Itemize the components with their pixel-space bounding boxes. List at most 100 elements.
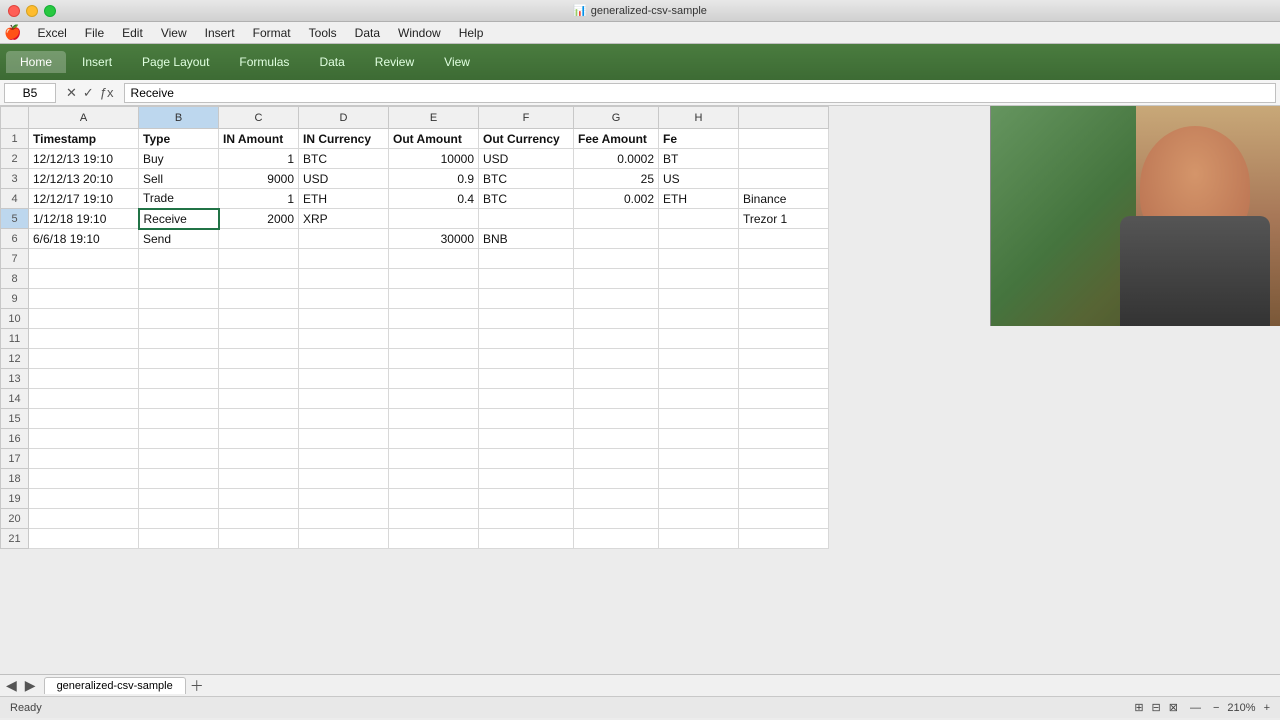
cell-h20[interactable] [659, 509, 739, 529]
cell-a1[interactable]: Timestamp [29, 129, 139, 149]
cell-f18[interactable] [479, 469, 574, 489]
cell-c9[interactable] [219, 289, 299, 309]
cell-h19[interactable] [659, 489, 739, 509]
cell-d3[interactable]: USD [299, 169, 389, 189]
cell-e8[interactable] [389, 269, 479, 289]
tab-review[interactable]: Review [361, 51, 428, 73]
cell-f21[interactable] [479, 529, 574, 549]
cell-g6[interactable] [574, 229, 659, 249]
cell-d5[interactable]: XRP [299, 209, 389, 229]
row-header-11[interactable]: 11 [1, 329, 29, 349]
cell-e5[interactable] [389, 209, 479, 229]
cell-c18[interactable] [219, 469, 299, 489]
maximize-button[interactable] [44, 5, 56, 17]
cell-a14[interactable] [29, 389, 139, 409]
cell-a16[interactable] [29, 429, 139, 449]
cell-g3[interactable]: 25 [574, 169, 659, 189]
cell-d20[interactable] [299, 509, 389, 529]
add-sheet-button[interactable]: ＋ [190, 676, 204, 696]
cell-g16[interactable] [574, 429, 659, 449]
cell-h7[interactable] [659, 249, 739, 269]
col-header-g[interactable]: G [574, 107, 659, 129]
cell-i17[interactable] [739, 449, 829, 469]
cell-f8[interactable] [479, 269, 574, 289]
confirm-formula-button[interactable]: ✓ [81, 85, 96, 101]
cell-h13[interactable] [659, 369, 739, 389]
cell-d12[interactable] [299, 349, 389, 369]
cell-e14[interactable] [389, 389, 479, 409]
row-header-12[interactable]: 12 [1, 349, 29, 369]
cell-b16[interactable] [139, 429, 219, 449]
cell-h10[interactable] [659, 309, 739, 329]
cell-a3[interactable]: 12/12/13 20:10 [29, 169, 139, 189]
page-break-view-button[interactable]: ⊠ [1169, 701, 1178, 714]
cell-e15[interactable] [389, 409, 479, 429]
cell-c2[interactable]: 1 [219, 149, 299, 169]
row-header-6[interactable]: 6 [1, 229, 29, 249]
cell-h15[interactable] [659, 409, 739, 429]
cell-e19[interactable] [389, 489, 479, 509]
row-header-1[interactable]: 1 [1, 129, 29, 149]
cell-e16[interactable] [389, 429, 479, 449]
row-header-9[interactable]: 9 [1, 289, 29, 309]
menu-format[interactable]: Format [245, 24, 299, 42]
cell-i9[interactable] [739, 289, 829, 309]
cell-e6[interactable]: 30000 [389, 229, 479, 249]
col-header-e[interactable]: E [389, 107, 479, 129]
cell-f14[interactable] [479, 389, 574, 409]
menu-window[interactable]: Window [390, 24, 449, 42]
cell-b4[interactable]: Trade [139, 189, 219, 209]
cell-d19[interactable] [299, 489, 389, 509]
cell-g15[interactable] [574, 409, 659, 429]
cell-a5[interactable]: 1/12/18 19:10 [29, 209, 139, 229]
col-header-i[interactable] [739, 107, 829, 129]
tab-page-layout[interactable]: Page Layout [128, 51, 223, 73]
cell-a9[interactable] [29, 289, 139, 309]
cancel-formula-button[interactable]: ✕ [64, 85, 79, 101]
cell-a11[interactable] [29, 329, 139, 349]
cell-b11[interactable] [139, 329, 219, 349]
cell-i18[interactable] [739, 469, 829, 489]
cell-c3[interactable]: 9000 [219, 169, 299, 189]
tab-formulas[interactable]: Formulas [225, 51, 303, 73]
cell-d6[interactable] [299, 229, 389, 249]
cell-b14[interactable] [139, 389, 219, 409]
cell-g8[interactable] [574, 269, 659, 289]
cell-i3[interactable] [739, 169, 829, 189]
cell-c19[interactable] [219, 489, 299, 509]
cell-h12[interactable] [659, 349, 739, 369]
cell-a7[interactable] [29, 249, 139, 269]
cell-d21[interactable] [299, 529, 389, 549]
apple-menu[interactable]: 🍎 [4, 24, 21, 41]
row-header-2[interactable]: 2 [1, 149, 29, 169]
cell-e3[interactable]: 0.9 [389, 169, 479, 189]
cell-g18[interactable] [574, 469, 659, 489]
menu-excel[interactable]: Excel [29, 24, 74, 42]
cell-i11[interactable] [739, 329, 829, 349]
col-header-c[interactable]: C [219, 107, 299, 129]
cell-reference-box[interactable] [4, 83, 56, 103]
cell-g1[interactable]: Fee Amount [574, 129, 659, 149]
tab-home[interactable]: Home [6, 51, 66, 73]
col-header-a[interactable]: A [29, 107, 139, 129]
cell-h4[interactable]: ETH [659, 189, 739, 209]
cell-b15[interactable] [139, 409, 219, 429]
cell-c13[interactable] [219, 369, 299, 389]
scroll-sheet-right[interactable]: ▶ [25, 677, 36, 694]
cell-g9[interactable] [574, 289, 659, 309]
row-header-18[interactable]: 18 [1, 469, 29, 489]
row-header-10[interactable]: 10 [1, 309, 29, 329]
cell-d17[interactable] [299, 449, 389, 469]
cell-f15[interactable] [479, 409, 574, 429]
cell-d14[interactable] [299, 389, 389, 409]
cell-f19[interactable] [479, 489, 574, 509]
cell-f9[interactable] [479, 289, 574, 309]
cell-i10[interactable] [739, 309, 829, 329]
zoom-in-button[interactable]: + [1264, 702, 1270, 714]
cell-g2[interactable]: 0.0002 [574, 149, 659, 169]
cell-e18[interactable] [389, 469, 479, 489]
cell-b12[interactable] [139, 349, 219, 369]
cell-a19[interactable] [29, 489, 139, 509]
cell-i7[interactable] [739, 249, 829, 269]
cell-h16[interactable] [659, 429, 739, 449]
